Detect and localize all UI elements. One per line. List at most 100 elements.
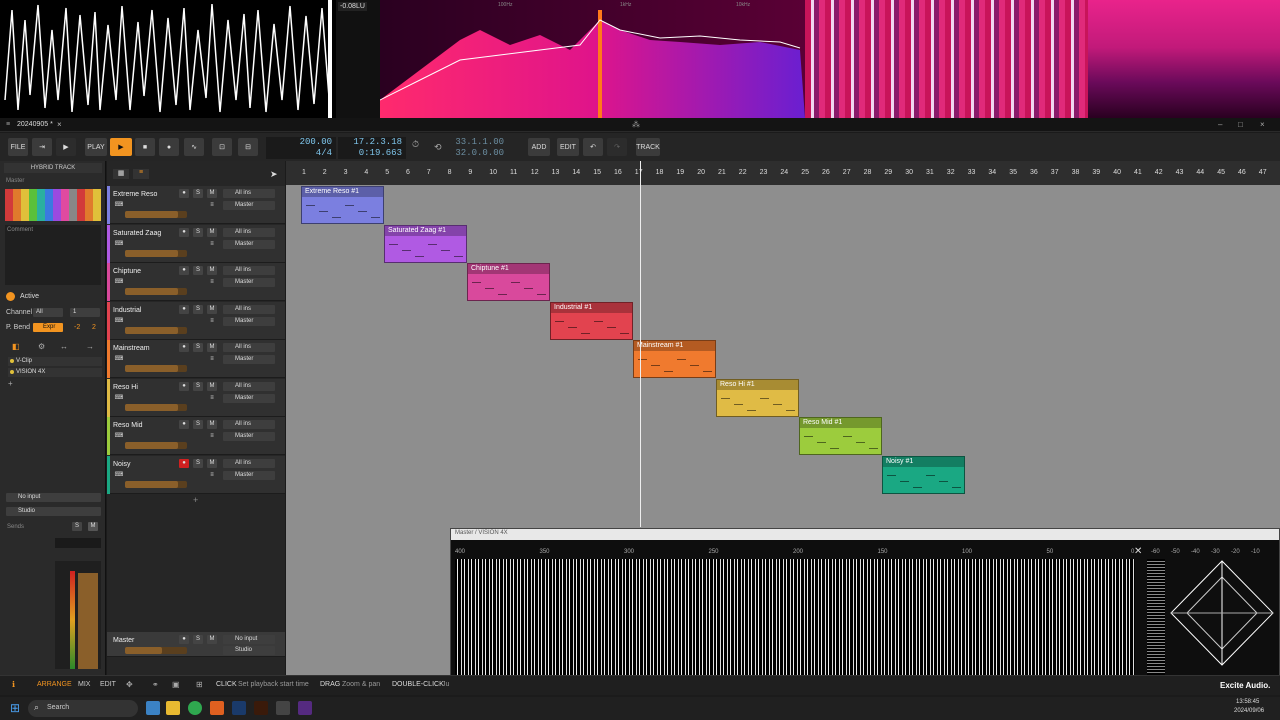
master-volume[interactable] bbox=[125, 647, 187, 654]
master-output-select[interactable]: Studio bbox=[223, 646, 275, 655]
clip[interactable]: Saturated Zaag #1 bbox=[384, 224, 467, 263]
clip[interactable]: Extreme Reso #1 bbox=[301, 186, 384, 224]
output-select[interactable]: Studio bbox=[6, 507, 101, 516]
routing-icon[interactable]: ↔ bbox=[60, 342, 68, 351]
track-menu-icon[interactable]: ≡ bbox=[207, 240, 217, 249]
master-input-select[interactable]: No input bbox=[223, 635, 275, 644]
track-menu-icon[interactable]: ≡ bbox=[207, 471, 217, 480]
clip[interactable]: Mainstream #1 bbox=[633, 340, 716, 378]
track-input-select[interactable]: All ins bbox=[223, 189, 275, 198]
undo-button[interactable]: ↶ bbox=[583, 138, 603, 156]
mute-button[interactable]: M bbox=[207, 420, 217, 429]
record-button[interactable]: ● bbox=[159, 138, 179, 156]
clock-time[interactable]: 13:58:45 bbox=[1236, 699, 1259, 705]
track-volume-fader[interactable] bbox=[125, 480, 187, 488]
minimize-icon[interactable]: – bbox=[1218, 120, 1222, 129]
comment-box[interactable] bbox=[5, 225, 101, 285]
menu-icon[interactable]: ≡ bbox=[6, 121, 10, 128]
track-name[interactable]: Mainstream bbox=[113, 345, 150, 352]
track-name[interactable]: Reso Mid bbox=[113, 422, 143, 429]
track-menu-icon[interactable]: ≡ bbox=[207, 278, 217, 287]
modulator-icon[interactable]: ⚙ bbox=[38, 342, 45, 351]
edge-browser-icon[interactable] bbox=[146, 701, 160, 715]
track-output-select[interactable]: Master bbox=[223, 393, 275, 403]
automation-button[interactable]: ∿ bbox=[184, 138, 204, 156]
channel-number[interactable]: 1 bbox=[70, 308, 100, 317]
track-volume-fader[interactable] bbox=[125, 403, 187, 411]
track-output-select[interactable]: Master bbox=[223, 355, 275, 364]
stop-button[interactable]: ■ bbox=[135, 138, 155, 156]
tempo-value[interactable]: 200.00 bbox=[282, 137, 332, 147]
track-volume-fader[interactable] bbox=[125, 211, 187, 218]
solo-button[interactable]: S bbox=[193, 343, 203, 352]
photoshop-icon[interactable] bbox=[232, 701, 246, 715]
track-name[interactable]: Saturated Zaag bbox=[113, 230, 161, 237]
track-name[interactable]: Noisy bbox=[113, 461, 131, 468]
mute-button[interactable]: M bbox=[207, 343, 217, 352]
maximize-icon[interactable]: □ bbox=[1238, 120, 1243, 129]
track-header[interactable]: Industrial ● S M All ins ⌨ ≡ Master bbox=[107, 301, 285, 340]
track-output-select[interactable]: Master bbox=[223, 201, 275, 210]
mute-button[interactable]: M bbox=[207, 266, 217, 275]
solo-button[interactable]: S bbox=[193, 189, 203, 198]
solo-button[interactable]: S bbox=[193, 266, 203, 275]
close-tab-icon[interactable]: × bbox=[57, 120, 62, 129]
close-plugin-icon[interactable]: ✕ bbox=[1134, 546, 1142, 557]
playhead[interactable] bbox=[640, 161, 641, 527]
bitwig-icon[interactable] bbox=[210, 701, 224, 715]
record-arm-icon[interactable]: ● bbox=[179, 227, 189, 237]
edit-button[interactable]: EDIT bbox=[557, 138, 579, 156]
solo-button[interactable]: S bbox=[193, 381, 203, 391]
grid-view-icon[interactable]: ▦ bbox=[113, 169, 129, 179]
solo-button[interactable]: S bbox=[193, 227, 203, 237]
punch-button[interactable]: ⊟ bbox=[238, 138, 258, 156]
loop-icon[interactable]: ⟲ bbox=[434, 142, 442, 153]
record-arm-icon[interactable]: ● bbox=[179, 343, 189, 352]
active-toggle-icon[interactable] bbox=[6, 292, 15, 301]
track-name[interactable]: Extreme Reso bbox=[113, 191, 157, 198]
redo-button[interactable]: ↷ bbox=[607, 138, 627, 156]
plugin-titlebar[interactable] bbox=[451, 529, 1279, 540]
pbend-range-hi[interactable]: 2 bbox=[92, 324, 96, 331]
metronome-icon[interactable]: ⏱ bbox=[412, 139, 419, 150]
track-input-select[interactable]: All ins bbox=[223, 343, 275, 352]
loop-start[interactable]: 33.1.1.00 bbox=[446, 137, 504, 147]
vision-plugin-window[interactable]: Master / VISION 4X 400 350 300 250 200 150 100… bbox=[450, 528, 1280, 678]
solo-button[interactable]: S bbox=[193, 458, 203, 468]
add-device-icon[interactable]: + bbox=[8, 379, 13, 388]
mix-tab[interactable]: MIX bbox=[78, 681, 90, 688]
track-volume-fader[interactable] bbox=[125, 365, 187, 372]
link-icon[interactable]: ⚭ bbox=[152, 680, 159, 689]
record-arm-icon[interactable]: ● bbox=[179, 458, 189, 468]
mute-button[interactable]: M bbox=[207, 227, 217, 237]
track-volume-fader[interactable] bbox=[125, 288, 187, 295]
mute-button[interactable]: M bbox=[207, 381, 217, 391]
clip[interactable]: Chiptune #1 bbox=[467, 263, 550, 301]
channel-select[interactable]: All bbox=[33, 308, 63, 317]
clip[interactable]: Industrial #1 bbox=[550, 301, 633, 340]
pan-knob[interactable] bbox=[55, 538, 101, 548]
track-output-select[interactable]: Master bbox=[223, 432, 275, 441]
illustrator-icon[interactable] bbox=[254, 701, 268, 715]
solo-button[interactable]: S bbox=[193, 304, 203, 314]
track-volume-fader[interactable] bbox=[125, 442, 187, 449]
track-input-select[interactable]: All ins bbox=[223, 420, 275, 429]
info-icon[interactable]: ℹ bbox=[12, 680, 15, 689]
record-arm-icon[interactable]: ● bbox=[179, 381, 189, 391]
track-menu-icon[interactable]: ≡ bbox=[207, 394, 217, 403]
layout-button[interactable]: ⇥ bbox=[32, 138, 52, 156]
track-input-select[interactable]: All ins bbox=[223, 227, 275, 237]
clip-launcher-icon[interactable]: ▣ bbox=[172, 680, 180, 689]
follow-icon[interactable]: ✥ bbox=[126, 680, 133, 689]
track-input-select[interactable]: All ins bbox=[223, 266, 275, 275]
color-palette[interactable] bbox=[5, 189, 101, 221]
arrange-tab[interactable]: ARRANGE bbox=[37, 681, 72, 688]
timeline-ruler[interactable]: 1 2 3 4 5 6 7 8 9 10 11 12 13 14 15 16 17 18 19 20 21 22 23 24 2… bbox=[286, 161, 1280, 185]
search-box[interactable] bbox=[28, 700, 138, 717]
clip[interactable]: Reso Hi #1 bbox=[716, 378, 799, 417]
record-arm-icon[interactable]: ● bbox=[179, 189, 189, 198]
clip[interactable]: Reso Mid #1 bbox=[799, 417, 882, 455]
track-volume-fader[interactable] bbox=[125, 326, 187, 334]
play-label-button[interactable]: PLAY bbox=[85, 138, 107, 156]
list-view-icon[interactable]: ≡ bbox=[133, 169, 149, 179]
